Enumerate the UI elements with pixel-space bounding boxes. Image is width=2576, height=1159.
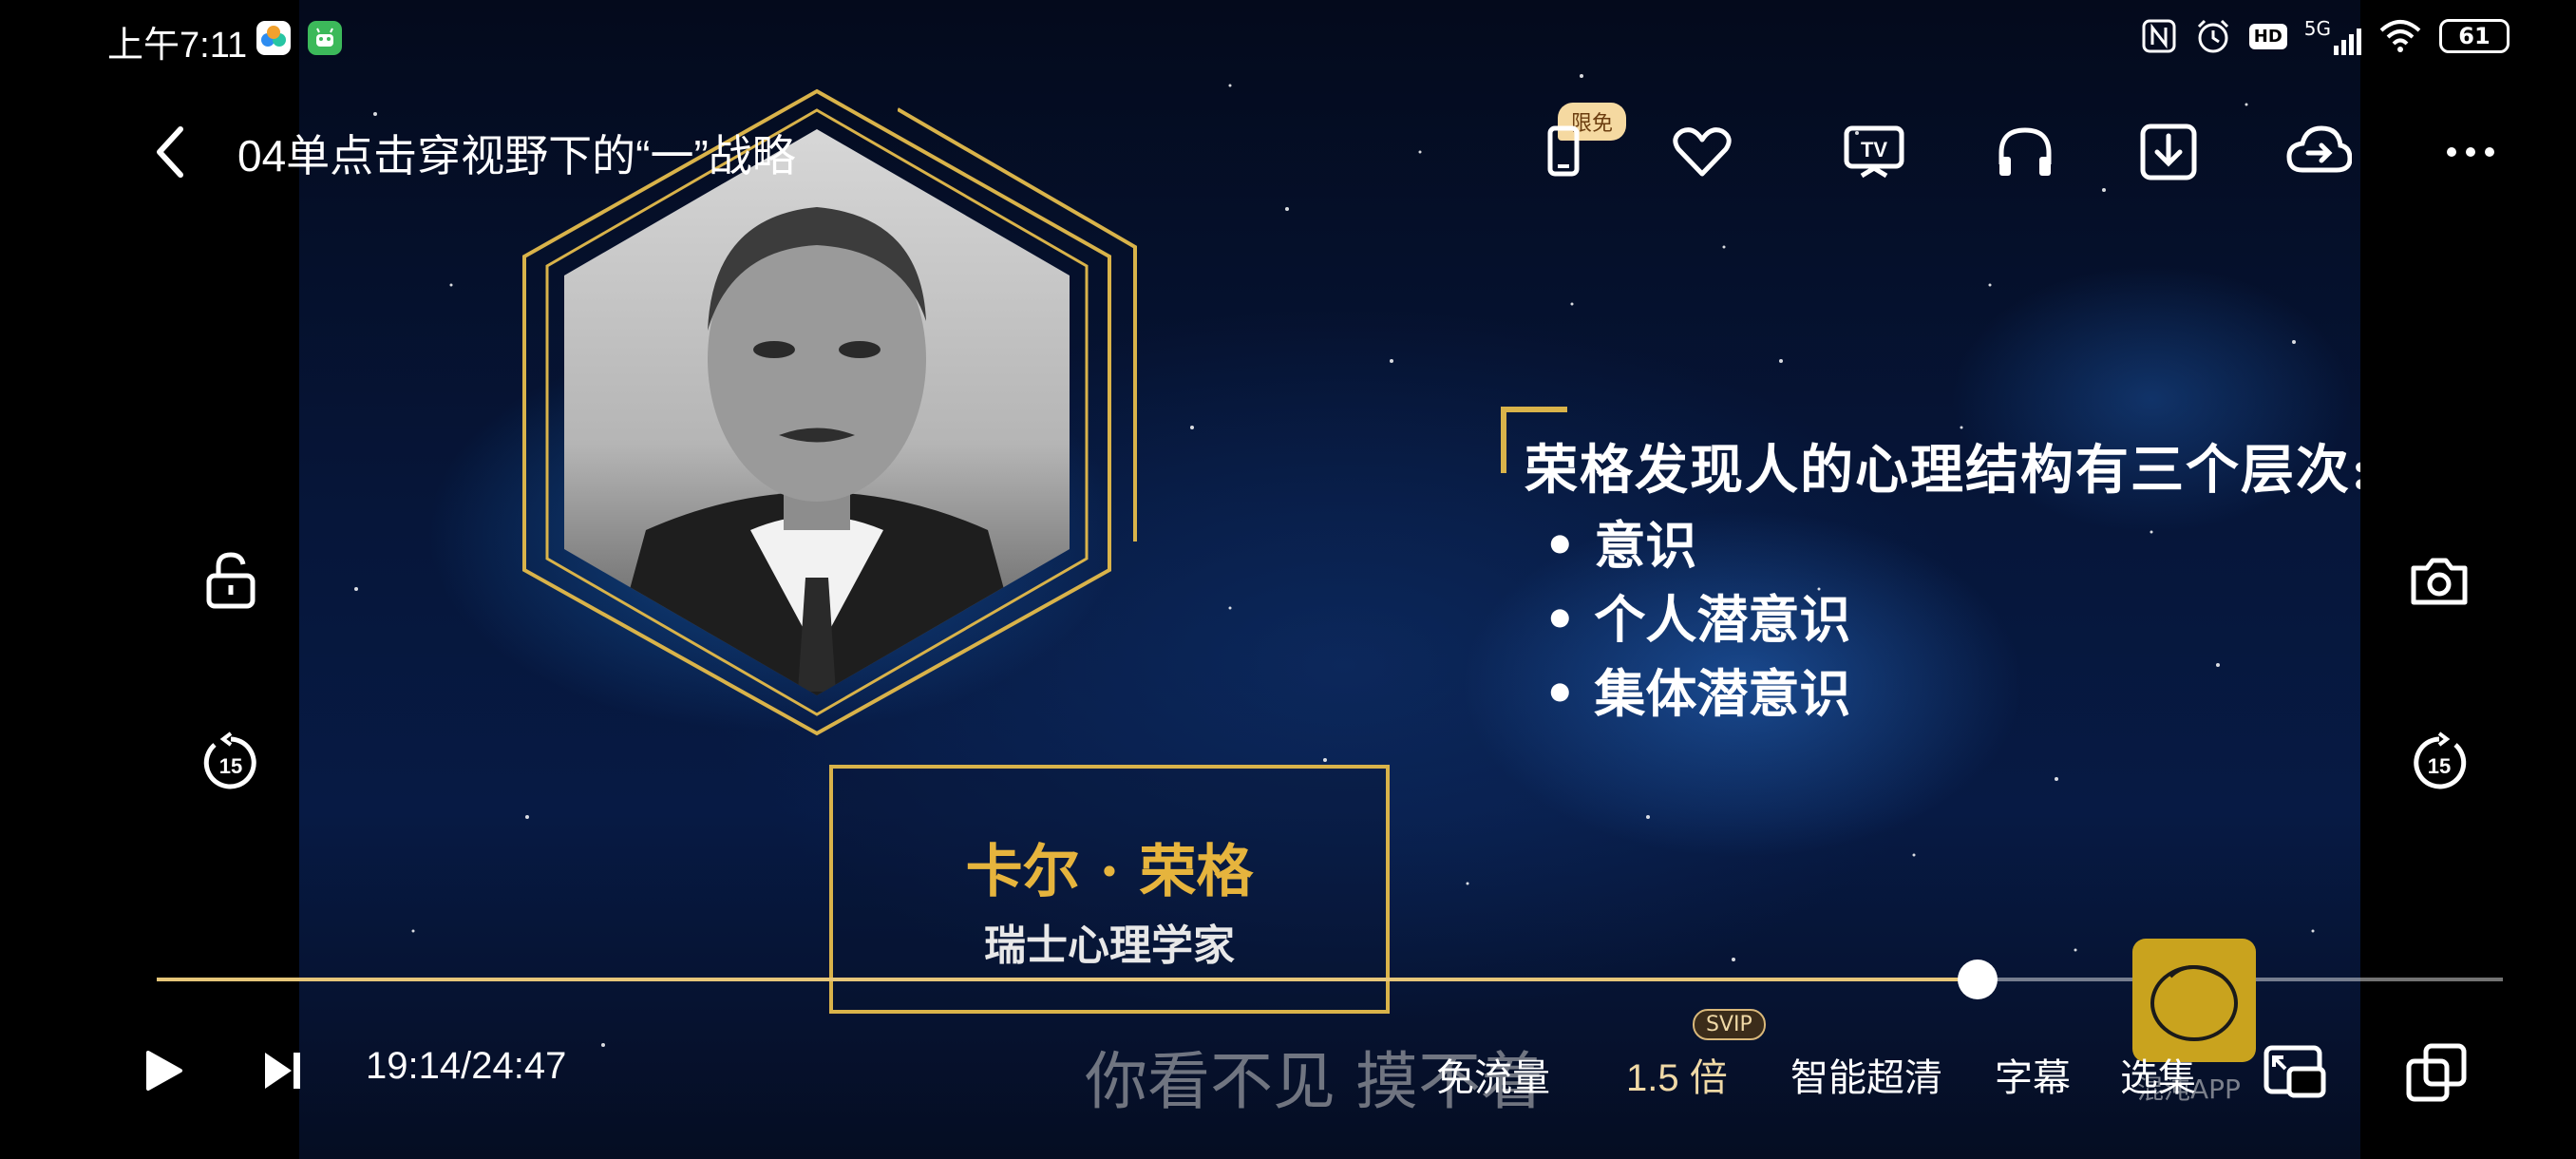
episodes-button[interactable]: 选集	[2120, 1047, 2196, 1102]
rewind-label: 15	[219, 754, 242, 778]
traffic-free-button[interactable]: 免流量	[1436, 1047, 1550, 1102]
forward-15-icon[interactable]: 15	[2408, 732, 2471, 794]
name-plate: 卡尔 · 荣格 瑞士心理学家	[829, 765, 1390, 1014]
wifi-icon	[2379, 20, 2421, 52]
video-title: 04单点击穿视野下的“一”战略	[237, 131, 796, 180]
progress-played	[157, 978, 1978, 981]
battery-level: 61	[2458, 23, 2491, 49]
cellular-signal-icon: 5G	[2304, 17, 2361, 55]
slide-item-2: • 个人潜意识	[1544, 589, 1851, 650]
progress-thumb[interactable]	[1957, 960, 1998, 999]
battery-icon: 61	[2439, 19, 2510, 53]
person-role: 瑞士心理学家	[984, 922, 1235, 970]
slide-item-1: • 意识	[1544, 515, 1697, 576]
phone-icon[interactable]	[1531, 119, 1598, 185]
baidu-cloud-icon	[256, 21, 291, 55]
play-button[interactable]	[144, 1049, 184, 1092]
pip-icon[interactable]	[2261, 1038, 2329, 1107]
timecode: 19:14/24:47	[366, 1045, 567, 1087]
decorative-frame-lines	[898, 107, 1137, 542]
rotate-screen-icon[interactable]	[2401, 1038, 2470, 1107]
person-name: 卡尔 · 荣格	[965, 839, 1254, 905]
nfc-icon	[2142, 19, 2176, 53]
slide-heading: 荣格发现人的心理结构有三个层次:	[1525, 439, 2360, 502]
rewind-15-icon[interactable]: 15	[199, 732, 262, 794]
android-app-icon	[308, 21, 342, 55]
hd-badge: HD	[2248, 23, 2287, 49]
next-episode-button[interactable]	[261, 1049, 303, 1092]
quality-button[interactable]: 智能超清	[1790, 1047, 1942, 1102]
slide-item-3: • 集体潜意识	[1544, 663, 1851, 724]
status-bar: 上午7:11 HD 5G 61	[0, 0, 2576, 76]
status-right: HD 5G 61	[2141, 17, 2510, 55]
svg-text:TV: TV	[1861, 138, 1887, 162]
tv-cast-icon[interactable]: TV	[1841, 119, 1907, 185]
speed-button[interactable]: 1.5 倍	[1626, 1047, 1728, 1102]
alarm-icon	[2197, 19, 2228, 53]
app-watermark-logo	[2132, 939, 2256, 1062]
download-icon[interactable]	[2135, 119, 2202, 185]
more-icon[interactable]	[2437, 119, 2504, 185]
heart-icon[interactable]	[1669, 119, 1735, 185]
cloud-save-icon[interactable]	[2285, 119, 2352, 185]
unlock-icon[interactable]	[199, 549, 262, 612]
camera-icon[interactable]	[2408, 549, 2471, 612]
back-button[interactable]	[152, 124, 190, 180]
network-type: 5G	[2303, 17, 2331, 40]
svip-badge: SVIP	[1693, 1009, 1766, 1040]
headphones-icon[interactable]	[1992, 119, 2058, 185]
forward-label: 15	[2428, 754, 2451, 778]
clock: 上午7:11	[107, 26, 248, 66]
subtitles-button[interactable]: 字幕	[1995, 1047, 2071, 1102]
